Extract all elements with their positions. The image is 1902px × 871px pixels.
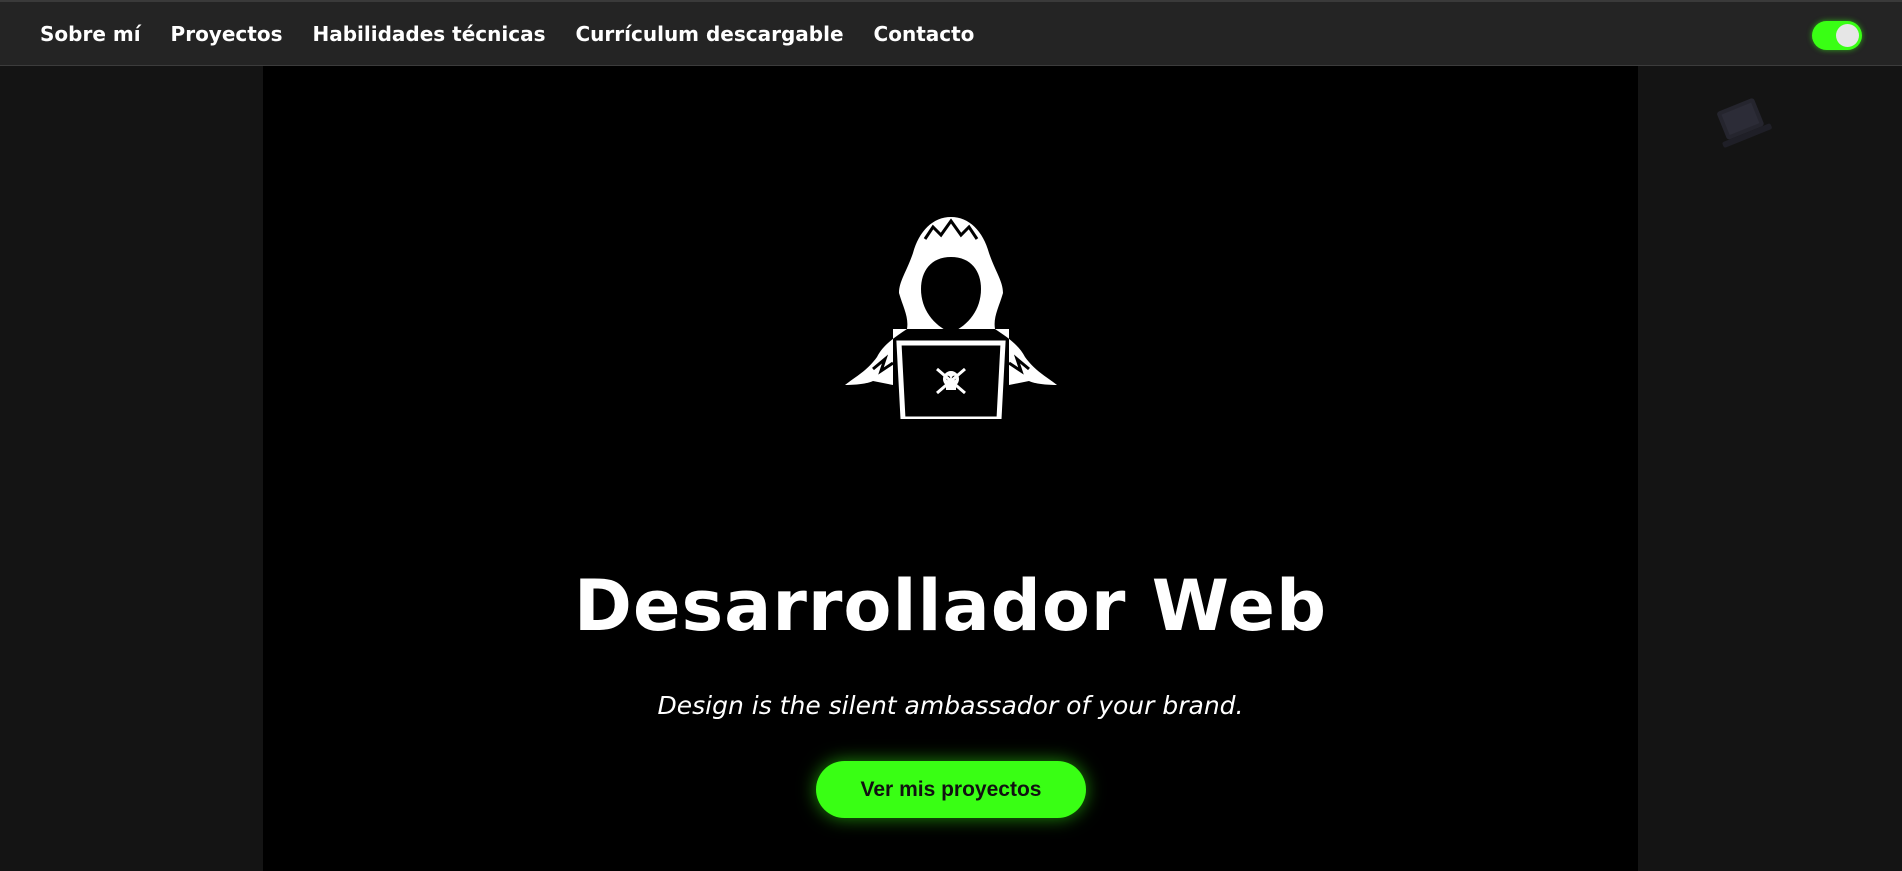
hooded-hacker-laptop-skull-icon	[845, 217, 1057, 419]
main-nav: Sobre mí Proyectos Habilidades técnicas …	[40, 2, 974, 66]
nav-link-curriculum[interactable]: Currículum descargable	[576, 22, 844, 46]
nav-link-sobre-mi[interactable]: Sobre mí	[40, 22, 141, 46]
hero-section: Desarrollador Web Design is the silent a…	[263, 66, 1638, 871]
toggle-knob	[1836, 24, 1859, 47]
hero-title: Desarrollador Web	[573, 565, 1328, 647]
top-navigation-bar: Sobre mí Proyectos Habilidades técnicas …	[0, 0, 1902, 66]
left-margin-panel	[0, 66, 263, 871]
laptop-icon	[1717, 98, 1772, 148]
hero-tagline: Design is the silent ambassador of your …	[657, 691, 1244, 720]
nav-link-contacto[interactable]: Contacto	[874, 22, 975, 46]
nav-link-habilidades[interactable]: Habilidades técnicas	[312, 22, 545, 46]
right-margin-panel	[1638, 66, 1902, 871]
theme-toggle-switch[interactable]	[1812, 21, 1862, 50]
view-projects-button[interactable]: Ver mis proyectos	[816, 761, 1086, 818]
nav-link-proyectos[interactable]: Proyectos	[171, 22, 283, 46]
